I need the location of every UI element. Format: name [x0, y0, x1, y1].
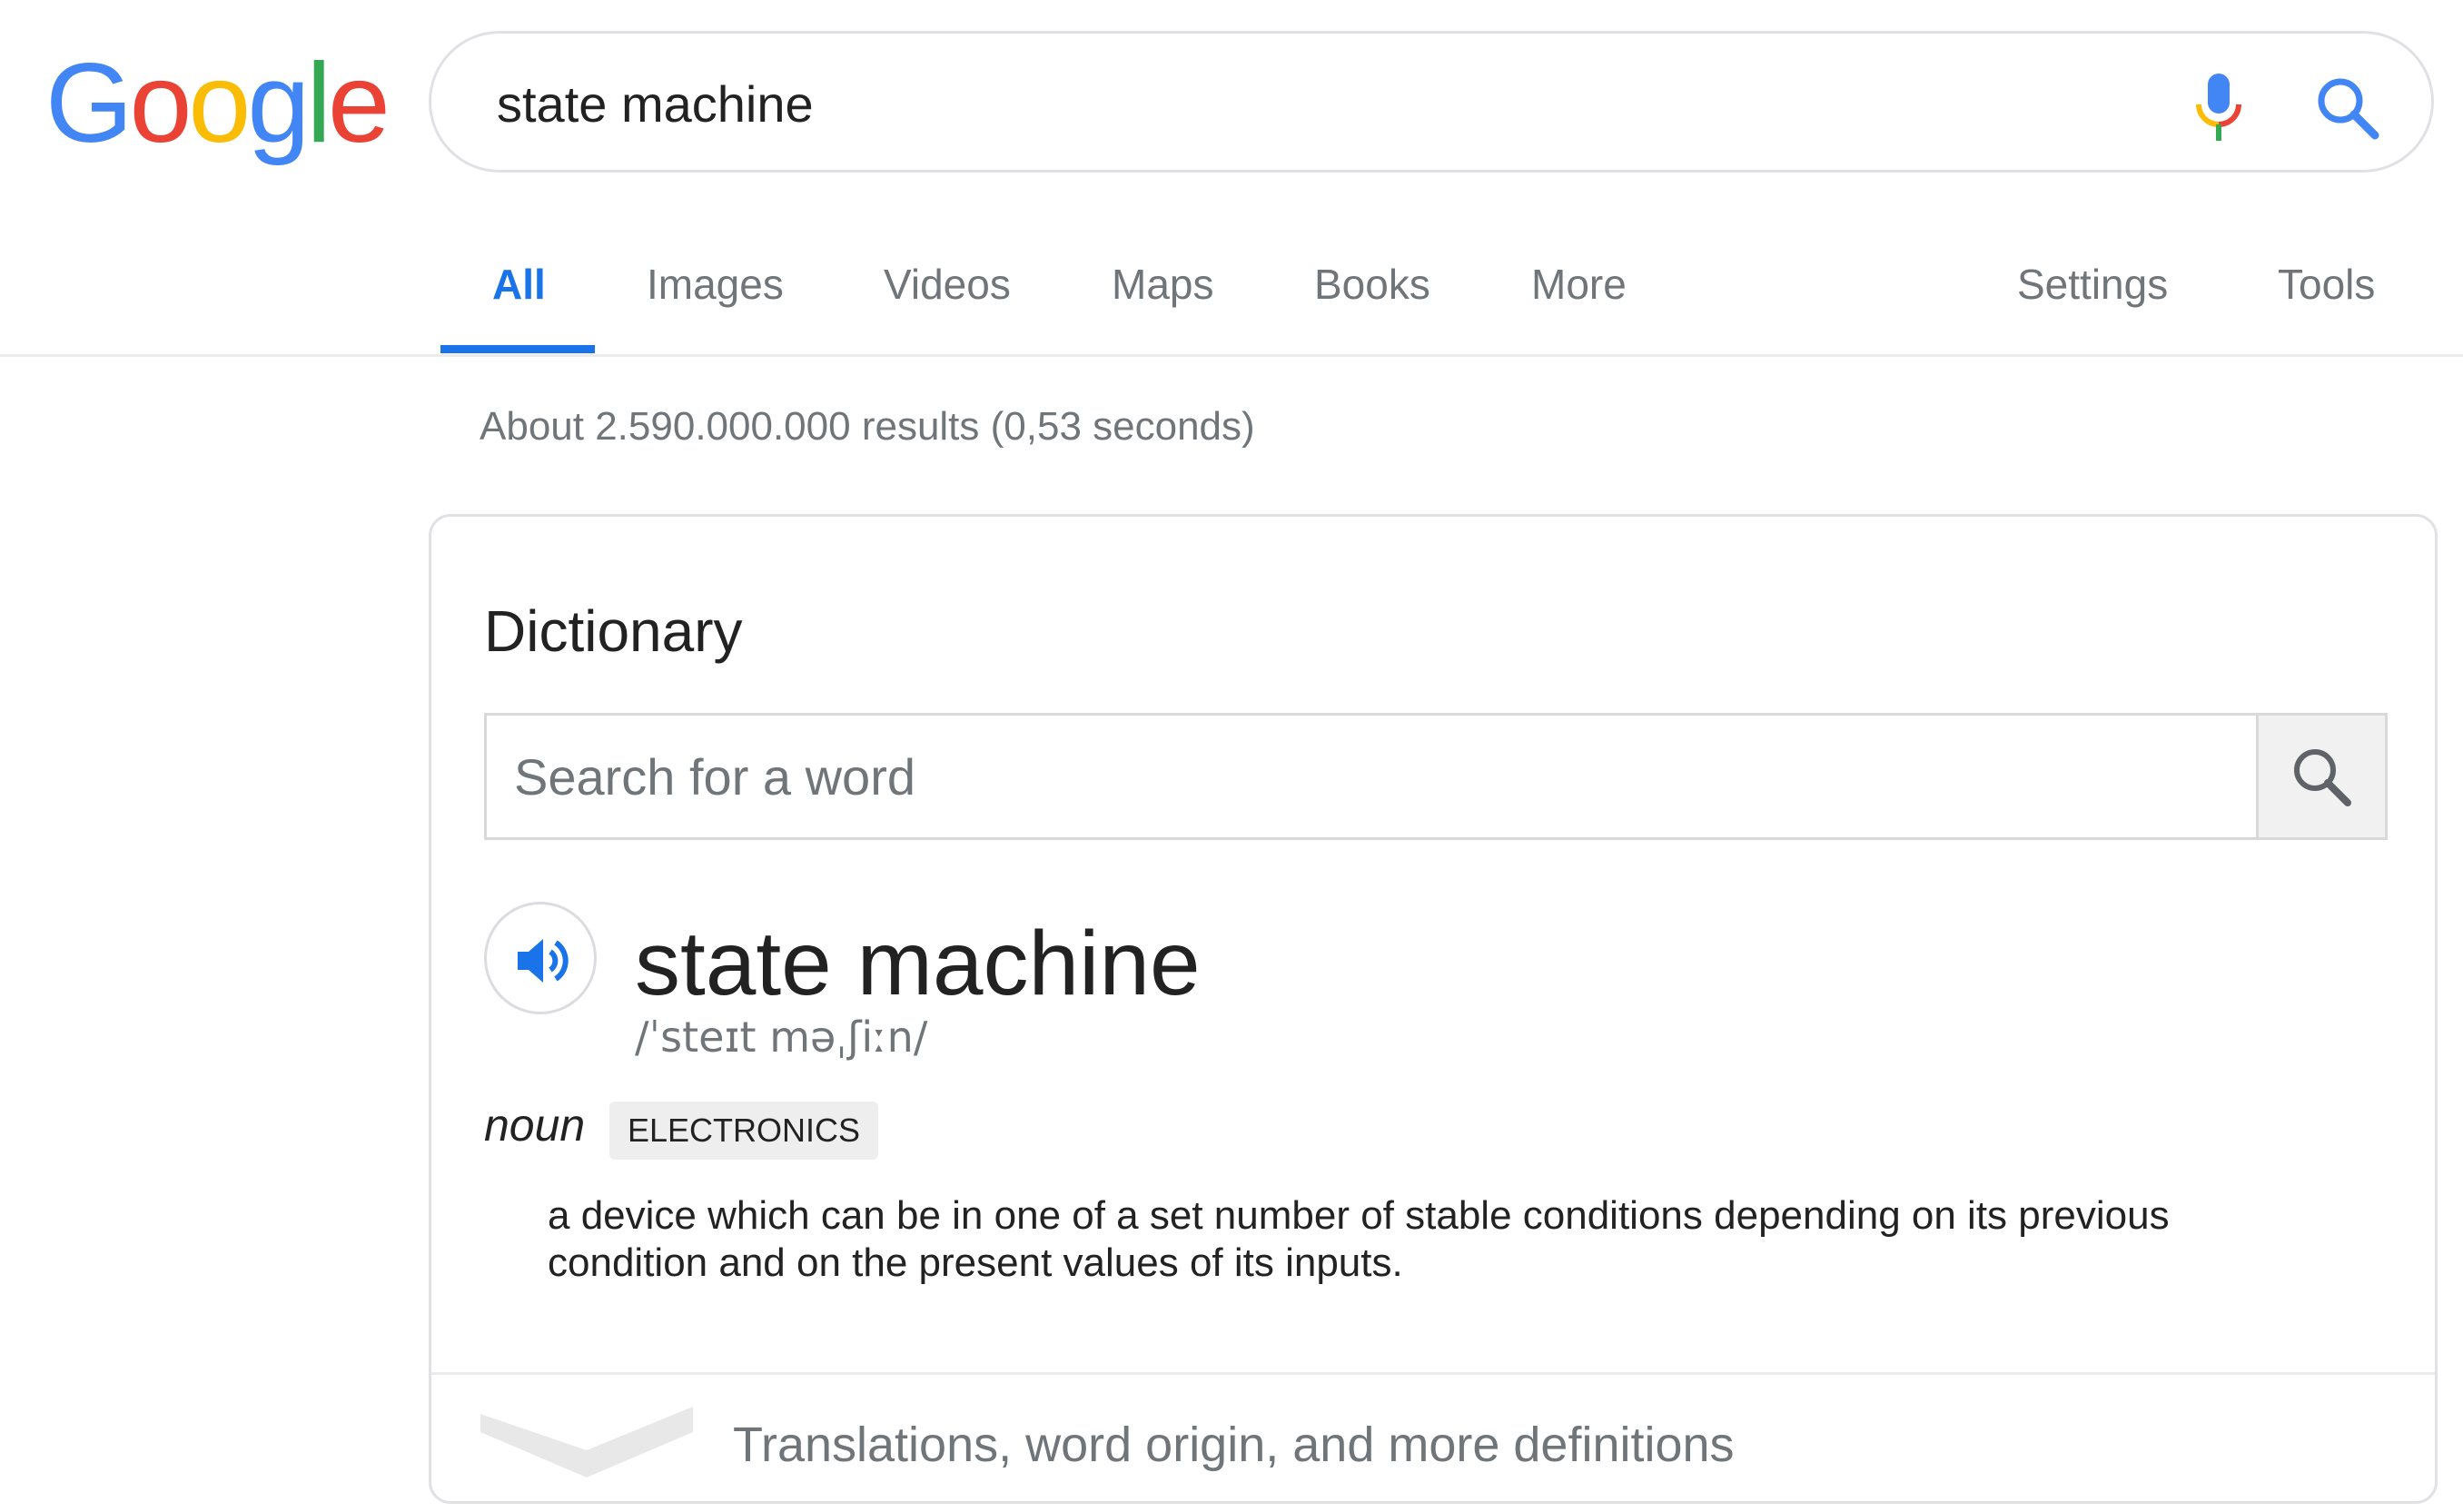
- dictionary-card: Dictionary state machine /ˈsteɪt məˌʃiːn…: [429, 514, 2438, 1504]
- tab-videos[interactable]: Videos: [884, 260, 1011, 310]
- chevron-down-icon[interactable]: [480, 1405, 693, 1477]
- domain-badge: ELECTRONICS: [609, 1102, 879, 1160]
- definition-text: a device which can be in one of a set nu…: [548, 1193, 2170, 1285]
- search-tabs: All Images Videos Maps Books More Settin…: [0, 245, 2463, 354]
- google-logo[interactable]: Google: [45, 41, 391, 166]
- search-box[interactable]: state machine: [429, 31, 2434, 173]
- tab-books[interactable]: Books: [1314, 260, 1430, 310]
- search-icon: [2294, 749, 2351, 806]
- active-tab-indicator: [440, 345, 595, 353]
- tab-more[interactable]: More: [1531, 260, 1627, 310]
- logo-letter: l: [306, 41, 331, 166]
- tab-all[interactable]: All: [492, 260, 546, 310]
- tab-tools[interactable]: Tools: [2278, 260, 2375, 310]
- more-definitions-link[interactable]: Translations, word origin, and more defi…: [733, 1416, 1735, 1475]
- word-search-input[interactable]: [487, 716, 2258, 837]
- card-divider: [431, 1372, 2435, 1375]
- dictionary-search-button[interactable]: [2256, 716, 2385, 837]
- result-stats: About 2.590.000.000 results (0,53 second…: [480, 404, 1255, 449]
- card-title: Dictionary: [484, 598, 743, 664]
- logo-letter: g: [247, 41, 310, 166]
- dictionary-search: [484, 713, 2388, 840]
- header-divider: [0, 354, 2463, 357]
- logo-letter: G: [45, 41, 133, 166]
- logo-letter: e: [327, 41, 391, 166]
- tab-maps[interactable]: Maps: [1112, 260, 1213, 310]
- search-icon[interactable]: [2311, 72, 2384, 144]
- logo-letter: o: [129, 41, 192, 166]
- part-of-speech: noun: [484, 1100, 586, 1151]
- headword: state machine: [635, 913, 1201, 1014]
- microphone-icon[interactable]: [2193, 72, 2244, 144]
- logo-letter: o: [188, 41, 251, 166]
- speaker-icon: [518, 939, 569, 983]
- search-query-text[interactable]: state machine: [497, 74, 814, 134]
- pronunciation-button[interactable]: [484, 902, 597, 1014]
- tab-settings[interactable]: Settings: [2017, 260, 2168, 310]
- phonetic: /ˈsteɪt məˌʃiːn/: [635, 1013, 928, 1062]
- tab-images[interactable]: Images: [647, 260, 784, 310]
